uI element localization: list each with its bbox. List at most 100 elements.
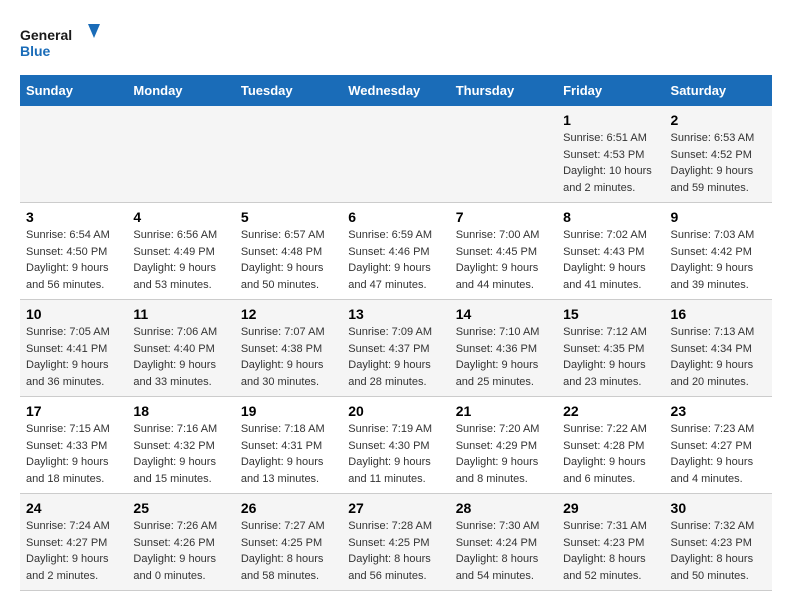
calendar-cell: 16Sunrise: 7:13 AM Sunset: 4:34 PM Dayli… — [665, 300, 772, 397]
page-header: General Blue — [20, 20, 772, 65]
day-number: 19 — [241, 403, 336, 419]
calendar-cell — [342, 106, 449, 203]
day-info: Sunrise: 7:26 AM Sunset: 4:26 PM Dayligh… — [133, 518, 228, 584]
day-number: 7 — [456, 209, 551, 225]
day-number: 3 — [26, 209, 121, 225]
weekday-header-wednesday: Wednesday — [342, 75, 449, 106]
svg-text:General: General — [20, 27, 72, 43]
day-number: 8 — [563, 209, 658, 225]
day-number: 6 — [348, 209, 443, 225]
day-info: Sunrise: 7:03 AM Sunset: 4:42 PM Dayligh… — [671, 227, 766, 293]
calendar-week-row: 24Sunrise: 7:24 AM Sunset: 4:27 PM Dayli… — [20, 494, 772, 591]
day-number: 13 — [348, 306, 443, 322]
calendar-week-row: 10Sunrise: 7:05 AM Sunset: 4:41 PM Dayli… — [20, 300, 772, 397]
day-number: 1 — [563, 112, 658, 128]
logo-svg: General Blue — [20, 20, 100, 65]
calendar-cell — [20, 106, 127, 203]
calendar-cell — [450, 106, 557, 203]
calendar-cell: 25 Sunrise: 7:26 AM Sunset: 4:26 PM Dayli… — [127, 494, 234, 591]
calendar-cell: 26 Sunrise: 7:27 AM Sunset: 4:25 PM Dayli… — [235, 494, 342, 591]
day-info: Sunrise: 7:00 AM Sunset: 4:45 PM Dayligh… — [456, 227, 551, 293]
day-info: Sunrise: 7:06 AM Sunset: 4:40 PM Dayligh… — [133, 324, 228, 390]
calendar-cell: 29 Sunrise: 7:31 AM Sunset: 4:23 PM Dayli… — [557, 494, 664, 591]
day-number: 24 — [26, 500, 121, 516]
day-info: Sunrise: 7:32 AM Sunset: 4:23 PM Dayligh… — [671, 518, 766, 584]
day-number: 2 — [671, 112, 766, 128]
weekday-header-sunday: Sunday — [20, 75, 127, 106]
calendar-week-row: 3Sunrise: 6:54 AM Sunset: 4:50 PM Daylig… — [20, 203, 772, 300]
day-number: 17 — [26, 403, 121, 419]
calendar-cell: 22Sunrise: 7:22 AM Sunset: 4:28 PM Dayli… — [557, 397, 664, 494]
day-number: 9 — [671, 209, 766, 225]
calendar-cell: 7 Sunrise: 7:00 AM Sunset: 4:45 PM Daylig… — [450, 203, 557, 300]
day-number: 14 — [456, 306, 551, 322]
day-number: 21 — [456, 403, 551, 419]
weekday-header-row: SundayMondayTuesdayWednesdayThursdayFrid… — [20, 75, 772, 106]
calendar-cell: 8 Sunrise: 7:02 AM Sunset: 4:43 PM Daylig… — [557, 203, 664, 300]
calendar-cell: 10Sunrise: 7:05 AM Sunset: 4:41 PM Dayli… — [20, 300, 127, 397]
calendar-cell: 15Sunrise: 7:12 AM Sunset: 4:35 PM Dayli… — [557, 300, 664, 397]
day-number: 18 — [133, 403, 228, 419]
day-number: 27 — [348, 500, 443, 516]
weekday-header-saturday: Saturday — [665, 75, 772, 106]
calendar-cell: 24Sunrise: 7:24 AM Sunset: 4:27 PM Dayli… — [20, 494, 127, 591]
day-number: 30 — [671, 500, 766, 516]
calendar-cell: 4 Sunrise: 6:56 AM Sunset: 4:49 PM Daylig… — [127, 203, 234, 300]
day-number: 11 — [133, 306, 228, 322]
day-info: Sunrise: 7:02 AM Sunset: 4:43 PM Dayligh… — [563, 227, 658, 293]
day-info: Sunrise: 7:23 AM Sunset: 4:27 PM Dayligh… — [671, 421, 766, 487]
calendar-cell: 20 Sunrise: 7:19 AM Sunset: 4:30 PM Dayli… — [342, 397, 449, 494]
calendar-cell: 18 Sunrise: 7:16 AM Sunset: 4:32 PM Dayli… — [127, 397, 234, 494]
day-info: Sunrise: 7:19 AM Sunset: 4:30 PM Dayligh… — [348, 421, 443, 487]
weekday-header-thursday: Thursday — [450, 75, 557, 106]
weekday-header-tuesday: Tuesday — [235, 75, 342, 106]
calendar-body: 1Sunrise: 6:51 AM Sunset: 4:53 PM Daylig… — [20, 106, 772, 591]
calendar-cell: 9 Sunrise: 7:03 AM Sunset: 4:42 PM Daylig… — [665, 203, 772, 300]
day-info: Sunrise: 7:16 AM Sunset: 4:32 PM Dayligh… — [133, 421, 228, 487]
weekday-header-monday: Monday — [127, 75, 234, 106]
calendar-cell: 21 Sunrise: 7:20 AM Sunset: 4:29 PM Dayli… — [450, 397, 557, 494]
calendar-cell: 27Sunrise: 7:28 AM Sunset: 4:25 PM Dayli… — [342, 494, 449, 591]
calendar-cell: 1Sunrise: 6:51 AM Sunset: 4:53 PM Daylig… — [557, 106, 664, 203]
calendar-cell: 23 Sunrise: 7:23 AM Sunset: 4:27 PM Dayli… — [665, 397, 772, 494]
day-info: Sunrise: 7:20 AM Sunset: 4:29 PM Dayligh… — [456, 421, 551, 487]
day-info: Sunrise: 6:53 AM Sunset: 4:52 PM Dayligh… — [671, 130, 766, 196]
day-info: Sunrise: 6:56 AM Sunset: 4:49 PM Dayligh… — [133, 227, 228, 293]
day-number: 25 — [133, 500, 228, 516]
day-info: Sunrise: 7:31 AM Sunset: 4:23 PM Dayligh… — [563, 518, 658, 584]
day-info: Sunrise: 7:18 AM Sunset: 4:31 PM Dayligh… — [241, 421, 336, 487]
day-number: 16 — [671, 306, 766, 322]
day-number: 12 — [241, 306, 336, 322]
calendar-cell: 6 Sunrise: 6:59 AM Sunset: 4:46 PM Daylig… — [342, 203, 449, 300]
day-number: 23 — [671, 403, 766, 419]
day-number: 22 — [563, 403, 658, 419]
day-info: Sunrise: 7:10 AM Sunset: 4:36 PM Dayligh… — [456, 324, 551, 390]
day-number: 28 — [456, 500, 551, 516]
day-info: Sunrise: 7:09 AM Sunset: 4:37 PM Dayligh… — [348, 324, 443, 390]
day-info: Sunrise: 7:30 AM Sunset: 4:24 PM Dayligh… — [456, 518, 551, 584]
day-number: 20 — [348, 403, 443, 419]
calendar-cell: 12 Sunrise: 7:07 AM Sunset: 4:38 PM Dayli… — [235, 300, 342, 397]
logo: General Blue — [20, 20, 100, 65]
calendar-cell: 19 Sunrise: 7:18 AM Sunset: 4:31 PM Dayli… — [235, 397, 342, 494]
day-info: Sunrise: 7:15 AM Sunset: 4:33 PM Dayligh… — [26, 421, 121, 487]
day-number: 26 — [241, 500, 336, 516]
calendar-week-row: 1Sunrise: 6:51 AM Sunset: 4:53 PM Daylig… — [20, 106, 772, 203]
calendar-header: SundayMondayTuesdayWednesdayThursdayFrid… — [20, 75, 772, 106]
weekday-header-friday: Friday — [557, 75, 664, 106]
calendar-cell: 30 Sunrise: 7:32 AM Sunset: 4:23 PM Dayli… — [665, 494, 772, 591]
day-info: Sunrise: 7:05 AM Sunset: 4:41 PM Dayligh… — [26, 324, 121, 390]
calendar-cell: 14 Sunrise: 7:10 AM Sunset: 4:36 PM Dayli… — [450, 300, 557, 397]
calendar-week-row: 17 Sunrise: 7:15 AM Sunset: 4:33 PM Dayli… — [20, 397, 772, 494]
calendar-cell: 5Sunrise: 6:57 AM Sunset: 4:48 PM Daylig… — [235, 203, 342, 300]
calendar-cell: 28 Sunrise: 7:30 AM Sunset: 4:24 PM Dayli… — [450, 494, 557, 591]
day-info: Sunrise: 7:07 AM Sunset: 4:38 PM Dayligh… — [241, 324, 336, 390]
day-info: Sunrise: 7:27 AM Sunset: 4:25 PM Dayligh… — [241, 518, 336, 584]
calendar-cell: 11 Sunrise: 7:06 AM Sunset: 4:40 PM Dayli… — [127, 300, 234, 397]
day-number: 4 — [133, 209, 228, 225]
calendar-cell: 2 Sunrise: 6:53 AM Sunset: 4:52 PM Daylig… — [665, 106, 772, 203]
day-number: 15 — [563, 306, 658, 322]
svg-text:Blue: Blue — [20, 43, 51, 59]
day-number: 29 — [563, 500, 658, 516]
day-info: Sunrise: 6:59 AM Sunset: 4:46 PM Dayligh… — [348, 227, 443, 293]
